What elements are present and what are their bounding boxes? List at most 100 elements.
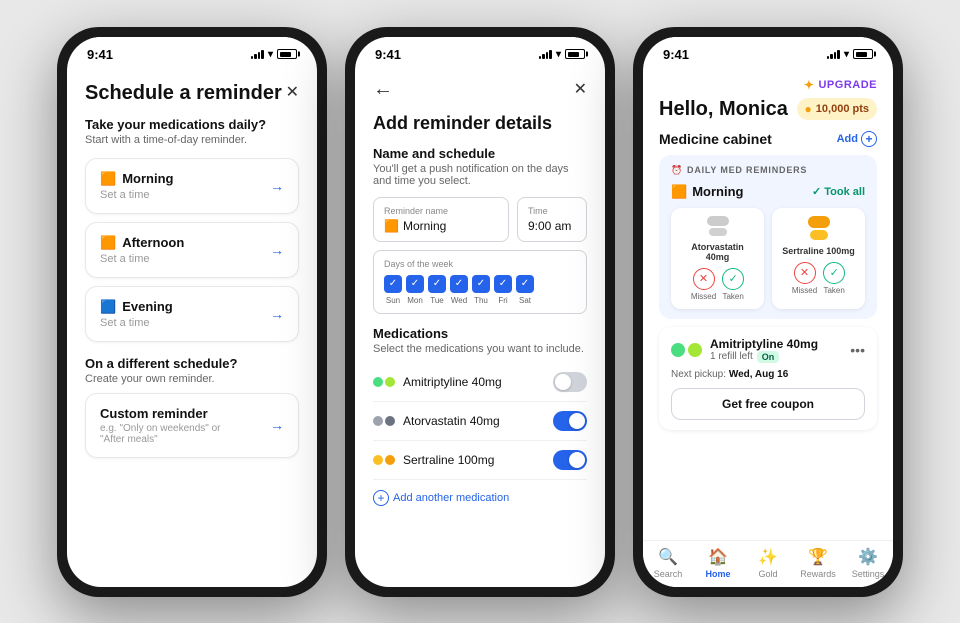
signal-bars-1 <box>251 49 264 59</box>
name-schedule-subtitle: You'll get a push notification on the da… <box>373 163 587 187</box>
day-mon: ✓ Mon <box>406 275 424 305</box>
taken-label-1: Taken <box>722 292 743 301</box>
day-tue-check[interactable]: ✓ <box>428 275 446 293</box>
get-free-coupon-button[interactable]: Get free coupon <box>671 388 865 420</box>
reminder-name-value: 🟧 Morning <box>384 219 498 233</box>
name-schedule-title: Name and schedule <box>373 146 587 161</box>
afternoon-arrow: → <box>270 242 284 258</box>
ami-toggle[interactable] <box>553 372 587 392</box>
ator-name-p2: Atorvastatin 40mg <box>403 414 500 428</box>
med-row-ami: Amitriptyline 40mg <box>373 363 587 402</box>
day-sun-check[interactable]: ✓ <box>384 275 402 293</box>
add-label: Add <box>837 133 858 145</box>
sertraline-pill <box>808 216 830 240</box>
reminder-name-text: Morning <box>403 219 446 233</box>
morning-option[interactable]: 🟧 Morning Set a time → <box>85 158 299 214</box>
back-button[interactable]: ← <box>373 78 393 101</box>
rewards-nav-icon: 🏆 <box>808 547 828 567</box>
ami-dot-1 <box>373 377 383 387</box>
day-tue: ✓ Tue <box>428 275 446 305</box>
ami-dot-lime <box>688 343 702 357</box>
points-badge: ● 10,000 pts <box>797 98 877 120</box>
missed-circle-2: ✕ <box>794 262 816 284</box>
battery-icon-2 <box>565 49 585 59</box>
battery-icon-1 <box>277 49 297 59</box>
taken-label-2: Taken <box>823 286 844 295</box>
atorvastatin-card[interactable]: Atorvastatin 40mg ✕ Missed ✓ Taken <box>671 208 764 309</box>
days-label: Days of the week <box>384 259 576 269</box>
day-fri-check[interactable]: ✓ <box>494 275 512 293</box>
close-button-2[interactable]: ✕ <box>574 79 587 99</box>
morning-arrow: → <box>270 178 284 194</box>
gold-nav-icon: ✨ <box>758 547 778 567</box>
missed-circle-1: ✕ <box>693 268 715 290</box>
nav-settings[interactable]: ⚙️ Settings <box>843 547 893 579</box>
nav-rewards[interactable]: 🏆 Rewards <box>793 547 843 579</box>
taken-circle-2: ✓ <box>823 262 845 284</box>
status-time-1: 9:41 <box>87 47 113 62</box>
atorvastatin-missed-btn[interactable]: ✕ Missed <box>691 268 716 301</box>
evening-option[interactable]: 🟦 Evening Set a time → <box>85 286 299 342</box>
greeting-row: Hello, Monica ● 10,000 pts <box>659 98 877 121</box>
afternoon-option[interactable]: 🟧 Afternoon Set a time → <box>85 222 299 278</box>
more-options-button[interactable]: ••• <box>850 342 865 358</box>
ator-dot-2 <box>385 416 395 426</box>
different-label: On a different schedule? <box>85 356 299 371</box>
day-fri: ✓ Fri <box>494 275 512 305</box>
atorvastatin-taken-btn[interactable]: ✓ Taken <box>722 268 744 301</box>
wifi-icon-1: ▾ <box>268 49 273 60</box>
home-nav-icon: 🏠 <box>708 547 728 567</box>
morning-label: 🟧 Morning <box>671 184 743 200</box>
reminders-label: ⏰ DAILY MED REMINDERS <box>671 165 865 176</box>
evening-sub: Set a time <box>100 317 173 329</box>
phone-2-screen: 9:41 ▾ ← ✕ Add reminder <box>355 37 605 587</box>
ami-dot-green <box>671 343 685 357</box>
sert-toggle[interactable] <box>553 450 587 470</box>
settings-nav-label: Settings <box>852 569 885 579</box>
status-bar-1: 9:41 ▾ <box>67 37 317 66</box>
time-label: Time <box>528 206 576 216</box>
p1-subtitle: Take your medications daily? <box>85 117 299 132</box>
close-button-1[interactable]: ✕ <box>286 82 299 102</box>
on-badge: On <box>757 351 780 363</box>
nav-gold[interactable]: ✨ Gold <box>743 547 793 579</box>
add-medication-button[interactable]: + Add another medication <box>373 490 587 506</box>
search-nav-icon: 🔍 <box>658 547 678 567</box>
custom-sub: e.g. "Only on weekends" or"After meals" <box>100 423 221 445</box>
check-icon: ✓ <box>812 185 821 198</box>
meds-subtitle: Select the medications you want to inclu… <box>373 343 587 355</box>
sertraline-missed-btn[interactable]: ✕ Missed <box>792 262 817 295</box>
greeting-text: Hello, Monica <box>659 98 788 121</box>
upgrade-button[interactable]: ✦ UPGRADE <box>804 78 877 92</box>
med-row-ator: Atorvastatin 40mg <box>373 402 587 441</box>
bottom-nav: 🔍 Search 🏠 Home ✨ Gold 🏆 Rewards <box>643 540 893 587</box>
ator-dot-1 <box>373 416 383 426</box>
day-sat-check[interactable]: ✓ <box>516 275 534 293</box>
atorvastatin-pill <box>707 216 729 236</box>
cabinet-row: Medicine cabinet Add + <box>659 131 877 147</box>
status-time-2: 9:41 <box>375 47 401 62</box>
home-nav-label: Home <box>705 569 730 579</box>
add-button[interactable]: Add + <box>837 131 877 147</box>
day-thu-check[interactable]: ✓ <box>472 275 490 293</box>
sertraline-card[interactable]: Sertraline 100mg ✕ Missed ✓ Taken <box>772 208 865 309</box>
upgrade-star-icon: ✦ <box>804 78 815 92</box>
rewards-nav-label: Rewards <box>800 569 836 579</box>
day-mon-check[interactable]: ✓ <box>406 275 424 293</box>
atorvastatin-status-row: ✕ Missed ✓ Taken <box>691 268 744 301</box>
phone-3-screen: 9:41 ▾ ✦ UPGRADE <box>643 37 893 587</box>
phones-container: 9:41 ▾ Schedule a reminder ✕ <box>37 7 923 617</box>
sertraline-taken-btn[interactable]: ✓ Taken <box>823 262 845 295</box>
custom-reminder[interactable]: Custom reminder e.g. "Only on weekends" … <box>85 393 299 458</box>
meds-title: Medications <box>373 326 587 341</box>
battery-icon-3 <box>853 49 873 59</box>
nav-home[interactable]: 🏠 Home <box>693 547 743 579</box>
day-wed-check[interactable]: ✓ <box>450 275 468 293</box>
days-field[interactable]: Days of the week ✓ Sun ✓ Mon ✓ <box>373 250 587 314</box>
time-field[interactable]: Time 9:00 am <box>517 197 587 242</box>
nav-search[interactable]: 🔍 Search <box>643 547 693 579</box>
signal-bars-3 <box>827 49 840 59</box>
status-time-3: 9:41 <box>663 47 689 62</box>
reminder-name-field[interactable]: Reminder name 🟧 Morning <box>373 197 509 242</box>
ator-toggle[interactable] <box>553 411 587 431</box>
